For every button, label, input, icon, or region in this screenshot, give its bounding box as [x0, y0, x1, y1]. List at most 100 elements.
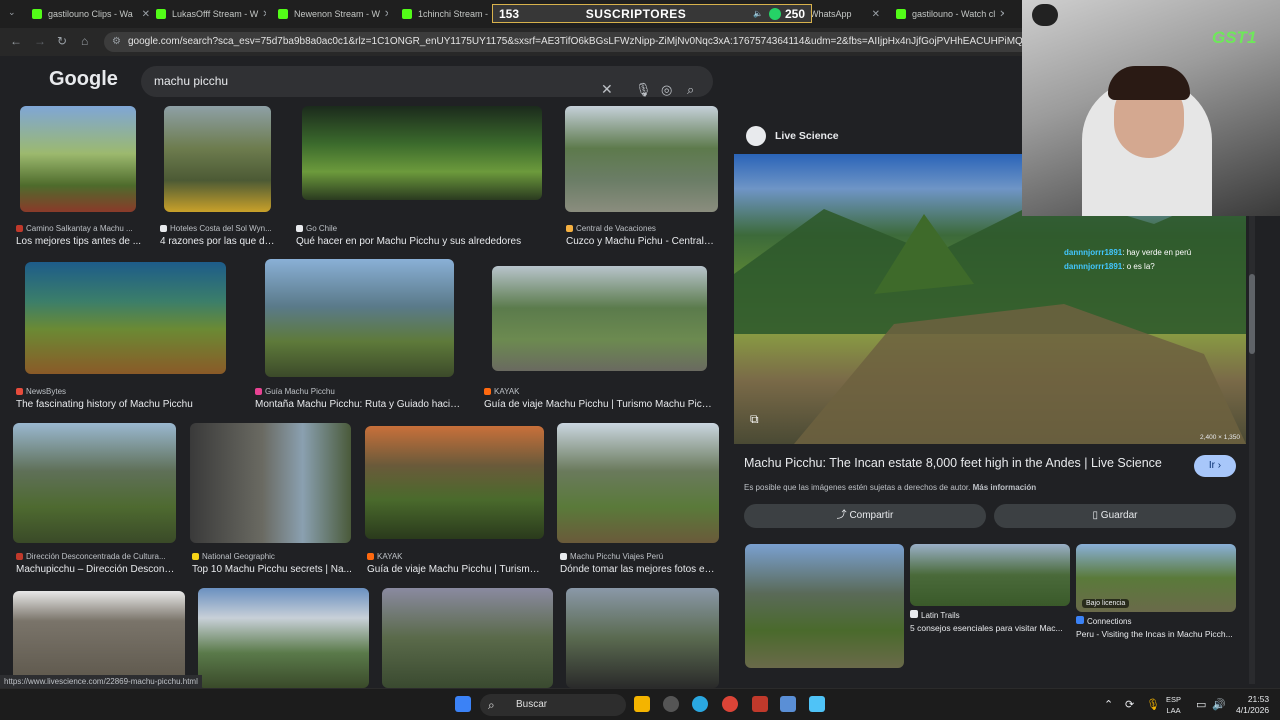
- image-result[interactable]: [190, 423, 351, 543]
- app-icon[interactable]: [780, 696, 796, 712]
- result-title[interactable]: Montaña Machu Picchu: Ruta y Guiado haci…: [255, 399, 465, 410]
- app-icon[interactable]: [752, 696, 768, 712]
- panel-site-name[interactable]: Live Science: [775, 130, 839, 142]
- related-thumbnail[interactable]: [745, 544, 904, 668]
- result-caption[interactable]: Hoteles Costa del Sol Wyn... 4 razones p…: [160, 219, 276, 247]
- image-result[interactable]: [565, 106, 718, 212]
- result-thumbnail[interactable]: [190, 423, 351, 543]
- result-thumbnail[interactable]: [164, 106, 271, 212]
- result-thumbnail[interactable]: [198, 588, 369, 688]
- result-thumbnail[interactable]: [20, 106, 136, 212]
- microphone-icon[interactable]: 🎙: [635, 74, 652, 105]
- close-tab-icon[interactable]: ✕: [995, 9, 1004, 20]
- tab-search-icon[interactable]: ⌄: [8, 7, 16, 18]
- related-title[interactable]: 5 consejos esenciales para visitar Mac..…: [910, 623, 1070, 633]
- share-button[interactable]: ⤴ Compartir: [744, 504, 986, 528]
- lens-icon[interactable]: ◎: [661, 74, 672, 105]
- back-icon[interactable]: ←: [10, 34, 22, 48]
- result-thumbnail[interactable]: [492, 266, 707, 371]
- result-thumbnail[interactable]: [25, 262, 226, 374]
- image-result[interactable]: [198, 588, 369, 688]
- tray-chevron-icon[interactable]: ⌃: [1104, 698, 1113, 711]
- reload-icon[interactable]: ↻: [57, 34, 67, 48]
- result-title[interactable]: Guía de viaje Machu Picchu | Turismo ...: [367, 564, 545, 575]
- home-icon[interactable]: ⌂: [81, 34, 88, 48]
- image-result[interactable]: [25, 262, 226, 374]
- tab-1chinchi[interactable]: 1chinchi Stream - W: [402, 4, 490, 24]
- forward-icon[interactable]: →: [34, 34, 46, 48]
- image-result[interactable]: [164, 106, 271, 212]
- result-caption[interactable]: Go Chile Qué hacer en por Machu Picchu y…: [296, 219, 546, 247]
- panel-title[interactable]: Machu Picchu: The Incan estate 8,000 fee…: [744, 456, 1162, 470]
- result-caption[interactable]: NewsBytes The fascinating history of Mac…: [16, 382, 236, 410]
- close-tab-icon[interactable]: ✕: [138, 9, 150, 20]
- result-caption[interactable]: KAYAK Guía de viaje Machu Picchu | Turis…: [484, 382, 714, 410]
- volume-icon[interactable]: 🔊: [1212, 698, 1226, 711]
- result-caption[interactable]: Dirección Desconcentrada de Cultura... M…: [16, 547, 176, 575]
- image-result[interactable]: [13, 591, 185, 688]
- related-thumbnail[interactable]: [910, 544, 1070, 606]
- close-tab-icon[interactable]: ✕: [258, 9, 266, 20]
- image-result[interactable]: [557, 423, 719, 543]
- result-caption[interactable]: Camino Salkantay a Machu ... Los mejores…: [16, 219, 146, 247]
- image-result[interactable]: [302, 106, 542, 200]
- tab-lukasofff[interactable]: LukasOfff Stream - W✕: [156, 4, 266, 24]
- microphone-icon[interactable]: 🎙: [1146, 698, 1160, 711]
- result-title[interactable]: Top 10 Machu Picchu secrets | Na...: [192, 564, 352, 575]
- result-caption[interactable]: KAYAK Guía de viaje Machu Picchu | Turis…: [367, 547, 545, 575]
- result-title[interactable]: Qué hacer en por Machu Picchu y sus alre…: [296, 236, 546, 247]
- close-tab-icon[interactable]: ✕: [868, 9, 880, 20]
- image-result[interactable]: [265, 259, 454, 377]
- search-icon[interactable]: ⌕: [687, 74, 694, 105]
- related-image[interactable]: Latin Trails 5 consejos esenciales para …: [910, 544, 1070, 633]
- result-thumbnail[interactable]: [13, 591, 185, 688]
- image-result[interactable]: [382, 588, 553, 688]
- result-title[interactable]: Dónde tomar las mejores fotos en ...: [560, 564, 720, 575]
- result-title[interactable]: Guía de viaje Machu Picchu | Turismo Mac…: [484, 399, 714, 410]
- image-result[interactable]: [566, 588, 719, 688]
- clear-icon[interactable]: ✕: [601, 74, 613, 105]
- tab-gastilouno-clips[interactable]: gastilouno Clips - Wa ✕: [32, 4, 150, 24]
- google-logo[interactable]: Google: [49, 68, 118, 91]
- tab-gastilouno-watch[interactable]: gastilouno - Watch cl ✕: [896, 4, 1004, 24]
- related-image[interactable]: Bajo licencia Connections Peru - Visitin…: [1076, 544, 1236, 639]
- site-info-icon[interactable]: ⚙: [112, 32, 121, 52]
- result-thumbnail[interactable]: [557, 423, 719, 543]
- close-tab-icon[interactable]: ✕: [380, 9, 388, 20]
- image-result[interactable]: [20, 106, 136, 212]
- result-thumbnail[interactable]: [13, 423, 176, 543]
- related-image[interactable]: [745, 544, 904, 668]
- chrome-icon[interactable]: [722, 696, 738, 712]
- scrollbar-thumb[interactable]: [1249, 274, 1255, 354]
- result-title[interactable]: The fascinating history of Machu Picchu: [16, 399, 236, 410]
- save-button[interactable]: ▯ Guardar: [994, 504, 1236, 528]
- app-icon[interactable]: [663, 696, 679, 712]
- result-caption[interactable]: Central de Vacaciones Cuzco y Machu Pich…: [566, 219, 716, 247]
- result-caption[interactable]: National Geographic Top 10 Machu Picchu …: [192, 547, 352, 575]
- visit-button[interactable]: Ir ›: [1194, 455, 1236, 477]
- result-caption[interactable]: Machu Picchu Viajes Perú Dónde tomar las…: [560, 547, 720, 575]
- edge-icon[interactable]: [692, 696, 708, 712]
- windows-start-icon[interactable]: [455, 696, 471, 712]
- result-thumbnail[interactable]: [365, 426, 544, 539]
- taskbar-search[interactable]: ⌕ Buscar: [480, 694, 626, 716]
- clock[interactable]: 21:53 4/1/2026: [1236, 694, 1269, 716]
- display-icon[interactable]: ▭: [1196, 698, 1206, 711]
- image-result[interactable]: [365, 426, 544, 539]
- network-icon[interactable]: ⟳: [1125, 698, 1134, 711]
- result-caption[interactable]: Guía Machu Picchu Montaña Machu Picchu: …: [255, 382, 465, 410]
- image-result[interactable]: [13, 423, 176, 543]
- search-input[interactable]: machu picchu ✕ 🎙 ◎ ⌕: [141, 66, 713, 97]
- language-indicator[interactable]: ESP LAA: [1166, 694, 1181, 716]
- notepad-icon[interactable]: [809, 696, 825, 712]
- related-thumbnail[interactable]: Bajo licencia: [1076, 544, 1236, 612]
- result-thumbnail[interactable]: [265, 259, 454, 377]
- result-title[interactable]: Los mejores tips antes de ...: [16, 236, 146, 247]
- result-thumbnail[interactable]: [565, 106, 718, 212]
- result-thumbnail[interactable]: [382, 588, 553, 688]
- result-thumbnail[interactable]: [302, 106, 542, 200]
- address-bar[interactable]: ⚙ google.com/search?sca_esv=75d7ba9b8a0a…: [104, 32, 1034, 52]
- tab-newenon[interactable]: Newenon Stream - W✕: [278, 4, 388, 24]
- image-result[interactable]: [492, 266, 707, 371]
- more-info-link[interactable]: Más información: [973, 483, 1037, 492]
